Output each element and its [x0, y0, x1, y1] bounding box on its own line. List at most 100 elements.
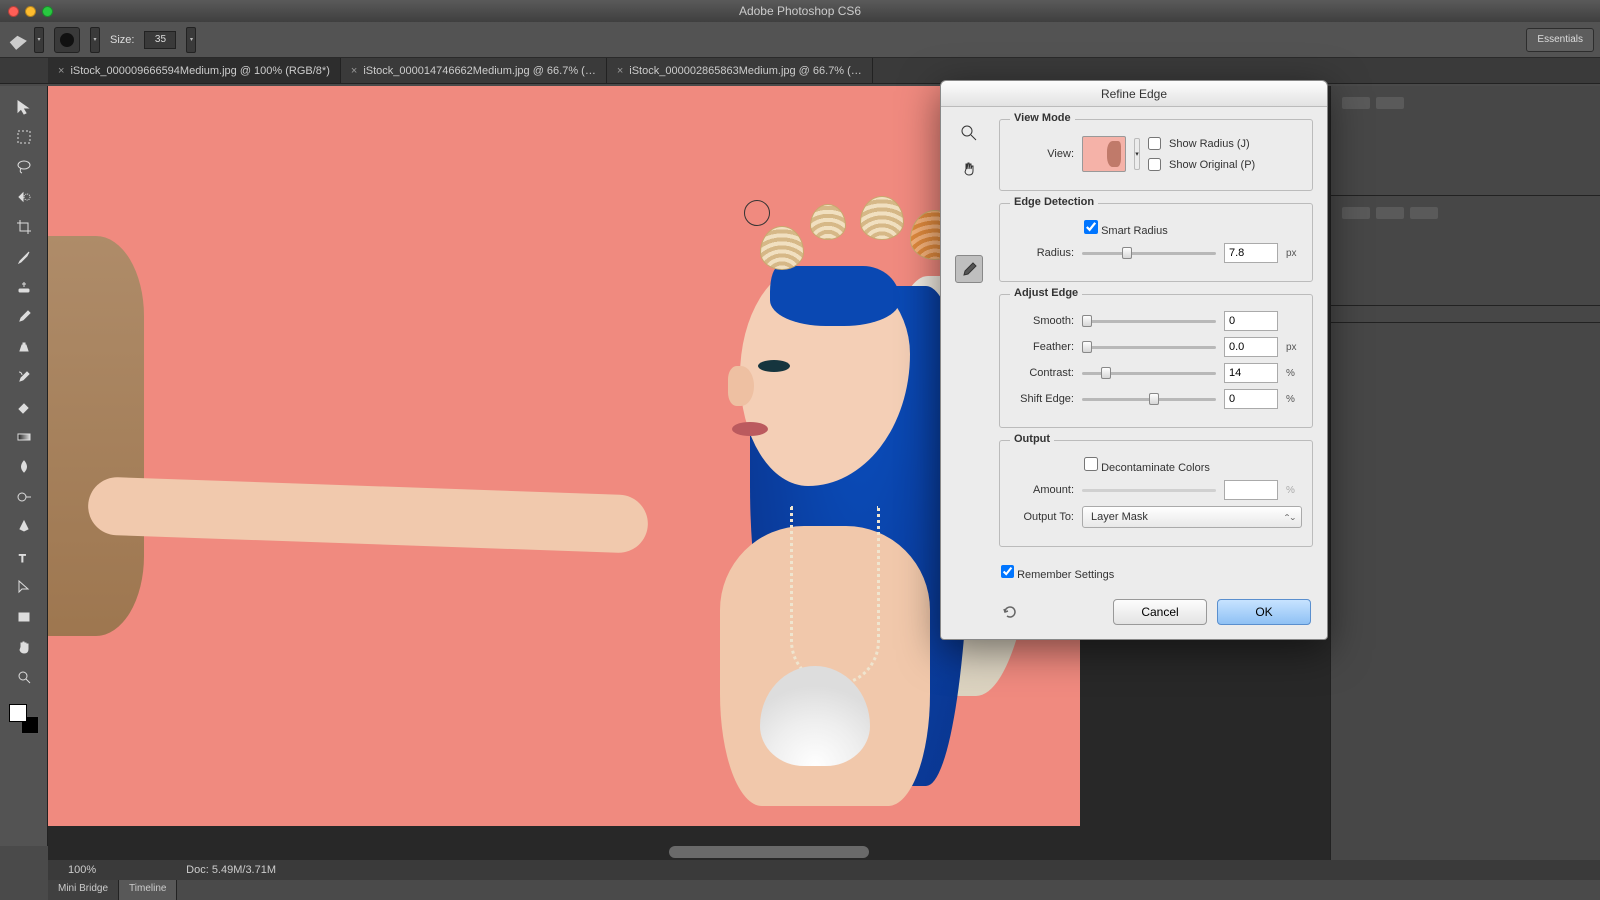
- close-tab-icon[interactable]: ×: [351, 65, 357, 77]
- dodge-tool-icon[interactable]: [9, 484, 39, 510]
- clone-stamp-tool-icon[interactable]: [9, 334, 39, 360]
- shift-edge-slider[interactable]: [1082, 392, 1216, 406]
- gradient-tool-icon[interactable]: [9, 424, 39, 450]
- color-swatches[interactable]: [9, 704, 39, 734]
- show-radius-checkbox[interactable]: Show Radius (J): [1148, 137, 1302, 150]
- radius-input[interactable]: [1224, 243, 1278, 263]
- mini-bridge-tab[interactable]: Mini Bridge: [48, 880, 119, 900]
- size-label: Size:: [110, 34, 134, 46]
- rectangle-tool-icon[interactable]: [9, 604, 39, 630]
- hand-tool-icon[interactable]: [9, 634, 39, 660]
- decontaminate-checkbox[interactable]: Decontaminate Colors: [1084, 457, 1210, 474]
- marquee-tool-icon[interactable]: [9, 124, 39, 150]
- smooth-slider[interactable]: [1082, 314, 1216, 328]
- adjust-edge-legend: Adjust Edge: [1010, 287, 1082, 299]
- crop-tool-icon[interactable]: [9, 214, 39, 240]
- edge-detection-group: Edge Detection Smart Radius Radius: px: [999, 203, 1313, 282]
- shift-edge-input[interactable]: [1224, 389, 1278, 409]
- refine-edge-dialog: Refine Edge View Mode View: ▾ Show Radiu…: [940, 80, 1328, 640]
- workspace-switcher[interactable]: Essentials: [1526, 28, 1594, 52]
- foreground-color[interactable]: [9, 704, 27, 722]
- adjust-edge-group: Adjust Edge Smooth: Feather: px Contrast…: [999, 294, 1313, 428]
- healing-brush-tool-icon[interactable]: [9, 274, 39, 300]
- layers-panel[interactable]: [1331, 306, 1600, 323]
- contrast-slider[interactable]: [1082, 366, 1216, 380]
- zoom-window-icon[interactable]: [42, 6, 53, 17]
- view-mode-legend: View Mode: [1010, 112, 1075, 124]
- type-tool-icon[interactable]: T: [9, 544, 39, 570]
- color-panel[interactable]: [1331, 86, 1600, 196]
- doc-size: Doc: 5.49M/3.71M: [186, 864, 276, 876]
- lasso-tool-icon[interactable]: [9, 154, 39, 180]
- contrast-input[interactable]: [1224, 363, 1278, 383]
- show-original-checkbox[interactable]: Show Original (P): [1148, 158, 1302, 171]
- image-content: [48, 86, 1080, 826]
- radius-label: Radius:: [1010, 247, 1074, 259]
- window-controls: [8, 6, 53, 17]
- eraser-tool-icon[interactable]: [9, 394, 39, 420]
- view-label: View:: [1010, 148, 1074, 160]
- reset-icon[interactable]: [1001, 603, 1019, 621]
- dialog-title[interactable]: Refine Edge: [941, 81, 1327, 107]
- title-bar: Adobe Photoshop CS6: [0, 0, 1600, 22]
- document-tab-label: iStock_000002865863Medium.jpg @ 66.7% (…: [629, 65, 862, 77]
- ok-button[interactable]: OK: [1217, 599, 1311, 625]
- eyedropper-tool-icon[interactable]: [9, 244, 39, 270]
- brush-size-dropdown[interactable]: ▾: [186, 27, 196, 53]
- radius-slider[interactable]: [1082, 246, 1216, 260]
- remember-settings-checkbox[interactable]: Remember Settings: [1001, 565, 1114, 581]
- cancel-button[interactable]: Cancel: [1113, 599, 1207, 625]
- pen-tool-icon[interactable]: [9, 514, 39, 540]
- minimize-window-icon[interactable]: [25, 6, 36, 17]
- output-to-select[interactable]: Layer Mask: [1082, 506, 1302, 528]
- history-brush-tool-icon[interactable]: [9, 364, 39, 390]
- amount-unit: %: [1286, 485, 1302, 496]
- radius-unit: px: [1286, 248, 1302, 259]
- brush-size-input[interactable]: [144, 31, 176, 49]
- footer-tabs: Mini Bridge Timeline: [48, 880, 177, 900]
- contrast-unit: %: [1286, 368, 1302, 379]
- close-tab-icon[interactable]: ×: [617, 65, 623, 77]
- blur-tool-icon[interactable]: [9, 454, 39, 480]
- refine-radius-tool-icon[interactable]: [955, 255, 983, 283]
- brush-preview[interactable]: [54, 27, 80, 53]
- shift-edge-label: Shift Edge:: [1010, 393, 1074, 405]
- view-mode-group: View Mode View: ▾ Show Radius (J) Show O…: [999, 119, 1313, 191]
- tool-panel: T: [0, 86, 48, 846]
- smooth-input[interactable]: [1224, 311, 1278, 331]
- output-to-label: Output To:: [1010, 511, 1074, 523]
- output-legend: Output: [1010, 433, 1054, 445]
- view-mode-thumbnail[interactable]: [1082, 136, 1126, 172]
- timeline-tab[interactable]: Timeline: [119, 880, 177, 900]
- hand-tool-icon[interactable]: [955, 155, 983, 183]
- zoom-level[interactable]: 100%: [68, 864, 96, 876]
- feather-input[interactable]: [1224, 337, 1278, 357]
- move-tool-icon[interactable]: [9, 94, 39, 120]
- adjustments-panel[interactable]: [1331, 196, 1600, 306]
- zoom-tool-icon[interactable]: [9, 664, 39, 690]
- close-window-icon[interactable]: [8, 6, 19, 17]
- close-tab-icon[interactable]: ×: [58, 65, 64, 77]
- zoom-tool-icon[interactable]: [955, 119, 983, 147]
- edge-detection-legend: Edge Detection: [1010, 196, 1098, 208]
- feather-slider[interactable]: [1082, 340, 1216, 354]
- document-tab[interactable]: × iStock_000002865863Medium.jpg @ 66.7% …: [607, 58, 873, 83]
- tool-preset-dropdown[interactable]: ▾: [34, 27, 44, 53]
- app-title: Adobe Photoshop CS6: [739, 4, 861, 18]
- document-tab[interactable]: × iStock_000009666594Medium.jpg @ 100% (…: [48, 58, 341, 83]
- quick-select-tool-icon[interactable]: [9, 184, 39, 210]
- view-mode-dropdown[interactable]: ▾: [1134, 138, 1140, 170]
- dialog-tool-column: [955, 119, 989, 625]
- horizontal-scrollbar[interactable]: [669, 846, 869, 858]
- amount-label: Amount:: [1010, 484, 1074, 496]
- document-tab-label: iStock_000009666594Medium.jpg @ 100% (RG…: [70, 65, 329, 77]
- path-select-tool-icon[interactable]: [9, 574, 39, 600]
- document-canvas[interactable]: [48, 86, 1080, 826]
- document-tab[interactable]: × iStock_000014746662Medium.jpg @ 66.7% …: [341, 58, 607, 83]
- brush-cursor-icon: [744, 200, 770, 226]
- brush-preset-dropdown[interactable]: ▾: [90, 27, 100, 53]
- brush-tool-icon[interactable]: [9, 304, 39, 330]
- amount-input: [1224, 480, 1278, 500]
- tool-preset-icon[interactable]: [7, 30, 27, 50]
- smart-radius-checkbox[interactable]: Smart Radius: [1084, 220, 1168, 237]
